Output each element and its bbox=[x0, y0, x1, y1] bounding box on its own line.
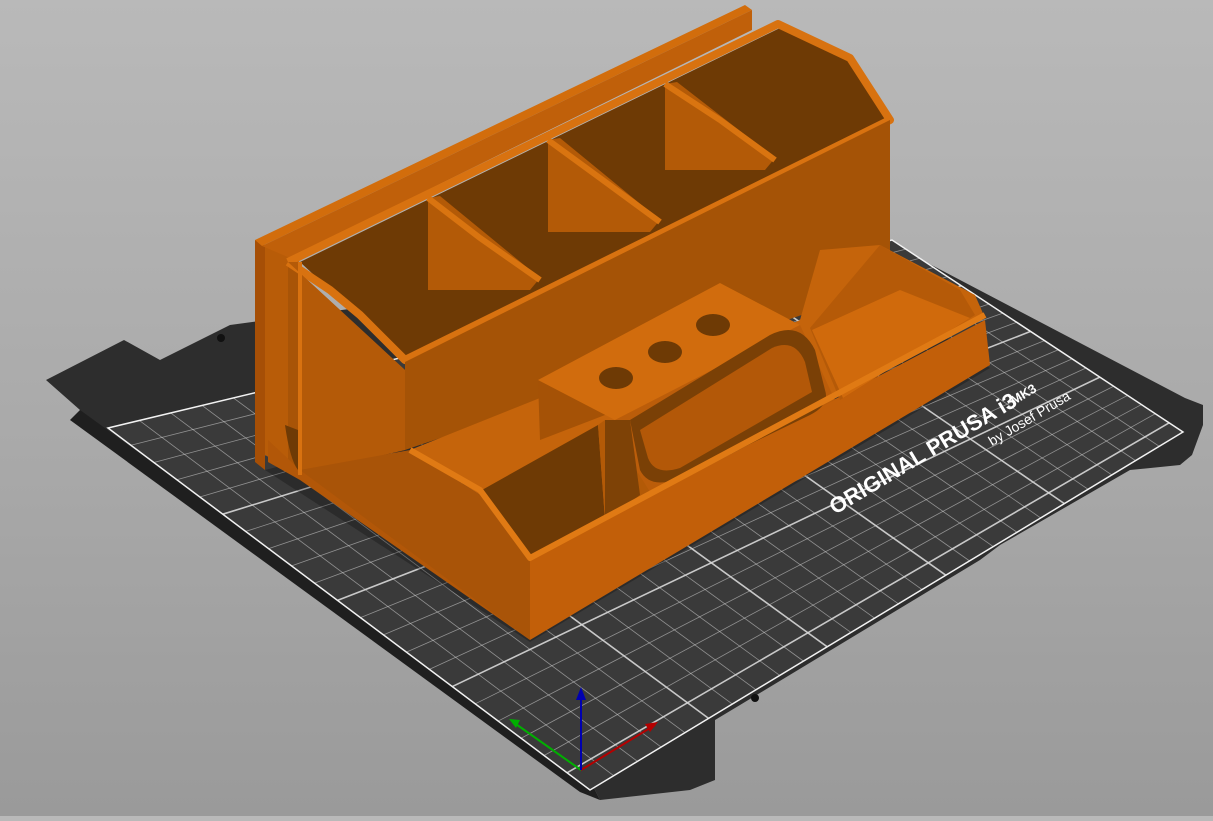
screw-hole bbox=[217, 334, 225, 342]
pen-hole bbox=[599, 367, 633, 389]
back-plate-end bbox=[255, 240, 265, 470]
scene-svg: ORIGINAL PRUSA i3 MK3 by Josef Prusa bbox=[46, 5, 1203, 800]
pen-hole bbox=[648, 341, 682, 363]
pen-hole bbox=[696, 314, 730, 336]
3d-viewport[interactable]: ORIGINAL PRUSA i3 MK3 by Josef Prusa bbox=[0, 0, 1213, 816]
screw-hole bbox=[751, 694, 759, 702]
